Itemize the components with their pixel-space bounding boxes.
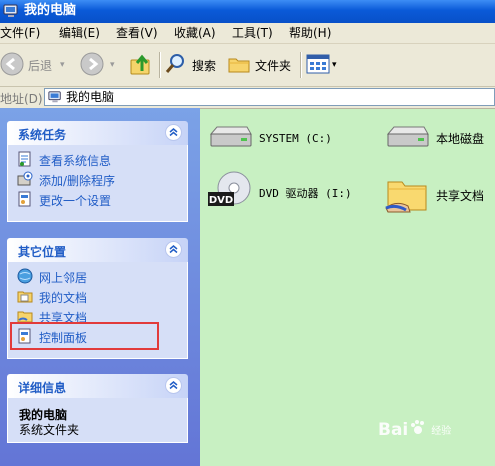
back-button[interactable]: 后退 ▾ [0, 51, 65, 79]
system-tasks-panel: 系统任务 查看系统信息 添加/删除程序 更改一个设置 [7, 121, 188, 222]
collapse-chevron-icon[interactable] [165, 241, 182, 258]
task-add-remove-programs[interactable]: 添加/删除程序 [17, 171, 115, 189]
highlight-box [10, 322, 159, 350]
task-label: 添加/删除程序 [39, 173, 116, 188]
up-folder-button[interactable] [128, 51, 154, 79]
drive-label: DVD 驱动器 (I:) [259, 186, 352, 200]
menu-view[interactable]: 查看(V) [116, 26, 158, 40]
computer-icon [3, 3, 19, 19]
task-label: 更改一个设置 [39, 193, 112, 208]
network-places-icon [17, 268, 33, 287]
svg-text:DVD: DVD [209, 195, 233, 206]
back-arrow-icon [0, 52, 24, 79]
drive-local-disk[interactable]: 本地磁盘 [384, 124, 484, 153]
task-view-system-info[interactable]: 查看系统信息 [17, 151, 111, 169]
collapse-chevron-icon[interactable] [165, 124, 182, 141]
details-panel: 详细信息 我的电脑 系统文件夹 [7, 374, 188, 443]
task-label: 查看系统信息 [39, 153, 112, 168]
place-label: 我的文档 [39, 290, 88, 305]
toolbar-separator [159, 52, 161, 78]
system-info-icon [17, 151, 33, 170]
details-type: 系统文件夹 [19, 423, 80, 437]
paw-icon [409, 418, 427, 441]
forward-arrow-icon [80, 52, 104, 79]
views-button[interactable]: ▾ [306, 51, 337, 79]
watermark-suffix: 经验 [431, 426, 452, 437]
address-field[interactable]: 我的电脑 [44, 88, 495, 106]
folder-label: 共享文档 [436, 189, 485, 203]
folder-shared-documents[interactable]: 共享文档 [384, 172, 484, 219]
hard-drive-icon [207, 124, 253, 153]
views-grid-icon [306, 53, 330, 78]
drive-dvd-i[interactable]: DVD DVD 驱动器 (I:) [207, 168, 352, 217]
menu-tools[interactable]: 工具(T) [232, 26, 273, 40]
search-button[interactable]: 搜索 [164, 51, 216, 79]
details-header[interactable]: 详细信息 [7, 374, 188, 398]
hard-drive-icon [384, 124, 430, 153]
up-folder-icon [128, 51, 154, 80]
system-tasks-header[interactable]: 系统任务 [7, 121, 188, 145]
title-bar[interactable]: 我的电脑 [0, 0, 495, 23]
computer-icon [48, 90, 62, 107]
details-body: 我的电脑 系统文件夹 [7, 398, 188, 443]
menu-file[interactable]: 文件(F) [0, 26, 40, 40]
toolbar-separator [300, 52, 302, 78]
folders-button[interactable]: 文件夹 [227, 51, 291, 79]
search-label: 搜索 [192, 58, 217, 73]
add-remove-programs-icon [17, 171, 33, 190]
other-places-header[interactable]: 其它位置 [7, 238, 188, 262]
menu-favorites[interactable]: 收藏(A) [174, 26, 216, 40]
views-dropdown-icon[interactable]: ▾ [332, 60, 337, 70]
control-panel-icon [17, 191, 33, 210]
address-label: 地址(D) [0, 92, 43, 106]
panel-title: 其它位置 [18, 245, 67, 259]
back-label: 后退 [28, 58, 53, 73]
menu-help[interactable]: 帮助(H) [289, 26, 331, 40]
toolbar: 后退 ▾ ▾ 搜索 文件夹 ▾ [0, 44, 495, 87]
place-my-documents[interactable]: 我的文档 [17, 288, 87, 306]
window-title: 我的电脑 [24, 3, 77, 18]
address-value: 我的电脑 [66, 90, 115, 104]
drive-label: SYSTEM (C:) [259, 132, 332, 145]
dvd-drive-icon: DVD [207, 168, 253, 217]
place-label: 网上邻居 [39, 270, 88, 285]
collapse-chevron-icon[interactable] [165, 377, 182, 394]
drive-system-c[interactable]: SYSTEM (C:) [207, 124, 332, 153]
panel-title: 系统任务 [18, 128, 67, 142]
shared-folder-icon [384, 172, 430, 219]
address-bar: 地址(D) 我的电脑 [0, 87, 495, 109]
baidu-watermark: Bai 经验 [378, 418, 451, 441]
documents-folder-icon [17, 288, 33, 307]
back-dropdown-icon[interactable]: ▾ [60, 60, 65, 70]
panel-title: 详细信息 [18, 381, 67, 395]
forward-dropdown-icon[interactable]: ▾ [110, 60, 115, 70]
menu-bar: 文件(F) 编辑(E) 查看(V) 收藏(A) 工具(T) 帮助(H) [0, 23, 495, 44]
folders-label: 文件夹 [255, 58, 292, 73]
place-network[interactable]: 网上邻居 [17, 268, 87, 286]
system-tasks-body: 查看系统信息 添加/删除程序 更改一个设置 [7, 145, 188, 222]
watermark-brand: Bai [378, 419, 409, 440]
drive-label: 本地磁盘 [436, 132, 485, 146]
search-icon [164, 52, 188, 79]
task-change-setting[interactable]: 更改一个设置 [17, 191, 111, 209]
forward-button[interactable]: ▾ [80, 51, 115, 79]
folder-icon [227, 52, 251, 79]
menu-edit[interactable]: 编辑(E) [59, 26, 100, 40]
